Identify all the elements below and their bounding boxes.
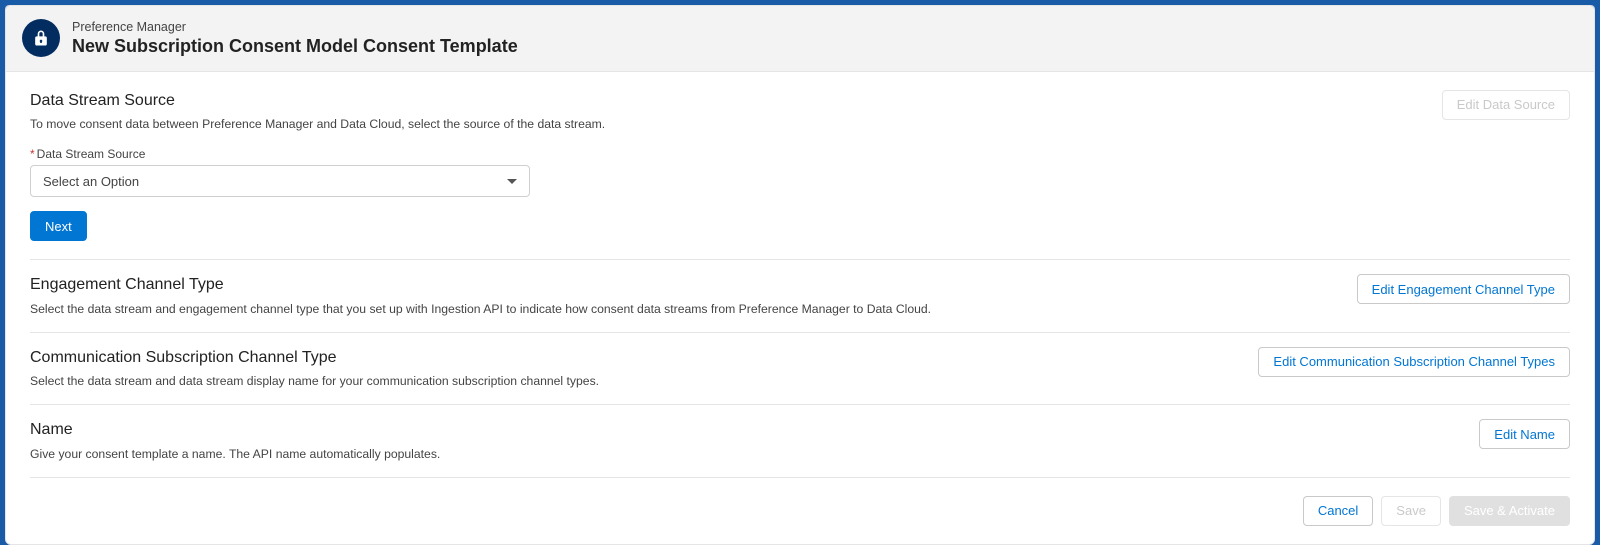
- chevron-down-icon: [507, 179, 517, 184]
- panel-header: Preference Manager New Subscription Cons…: [6, 6, 1594, 72]
- data-stream-source-label: *Data Stream Source: [30, 147, 1570, 161]
- section-title: Name: [30, 419, 440, 441]
- section-title: Communication Subscription Channel Type: [30, 347, 599, 369]
- edit-data-source-button: Edit Data Source: [1442, 90, 1570, 120]
- section-name: Name Give your consent template a name. …: [30, 419, 1570, 477]
- lock-icon: [22, 19, 60, 57]
- header-eyebrow: Preference Manager: [72, 19, 518, 35]
- footer-actions: Cancel Save Save & Activate: [30, 492, 1570, 526]
- section-engagement-channel-type: Engagement Channel Type Select the data …: [30, 274, 1570, 332]
- section-desc: Select the data stream and engagement ch…: [30, 301, 931, 318]
- select-placeholder: Select an Option: [43, 174, 139, 189]
- save-button: Save: [1381, 496, 1441, 526]
- section-desc: Select the data stream and data stream d…: [30, 373, 599, 390]
- consent-template-panel: Preference Manager New Subscription Cons…: [5, 5, 1595, 545]
- section-communication-subscription-channel-type: Communication Subscription Channel Type …: [30, 347, 1570, 405]
- cancel-button[interactable]: Cancel: [1303, 496, 1373, 526]
- edit-engagement-channel-type-button[interactable]: Edit Engagement Channel Type: [1357, 274, 1570, 304]
- section-desc: To move consent data between Preference …: [30, 116, 605, 133]
- section-desc: Give your consent template a name. The A…: [30, 446, 440, 463]
- data-stream-source-select[interactable]: Select an Option: [30, 165, 530, 197]
- edit-name-button[interactable]: Edit Name: [1479, 419, 1570, 449]
- section-title: Data Stream Source: [30, 90, 605, 112]
- save-and-activate-button: Save & Activate: [1449, 496, 1570, 526]
- section-data-stream-source: Data Stream Source To move consent data …: [30, 90, 1570, 260]
- edit-communication-subscription-channel-types-button[interactable]: Edit Communication Subscription Channel …: [1258, 347, 1570, 377]
- section-title: Engagement Channel Type: [30, 274, 931, 296]
- next-button[interactable]: Next: [30, 211, 87, 241]
- page-title: New Subscription Consent Model Consent T…: [72, 35, 518, 58]
